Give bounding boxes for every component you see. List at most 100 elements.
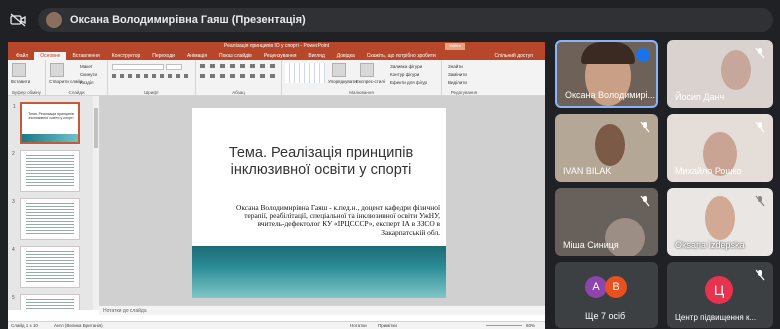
slide-decorative-band bbox=[192, 246, 446, 298]
shared-screen-powerpoint: Реалізація принципів ІО у спорті - Power… bbox=[8, 42, 545, 329]
tell-me-search[interactable]: Скажіть, що потрібно зробити bbox=[361, 52, 442, 60]
current-slide[interactable]: Тема. Реалізація принципів інклюзивної о… bbox=[192, 108, 446, 298]
font-group-label: Шрифт bbox=[144, 90, 159, 95]
slide-number: 1 bbox=[13, 104, 16, 110]
presenter-title: Оксана Володимирівна Гаяш (Презентація) bbox=[70, 14, 306, 26]
comments-toggle[interactable]: Примітки bbox=[378, 323, 397, 328]
presenter-pill[interactable]: Оксана Володимирівна Гаяш (Презентація) bbox=[38, 8, 773, 32]
slide-author-text[interactable]: Оксана Володимирівна Гаяш - к.пед.н., до… bbox=[222, 203, 440, 237]
font-name-select[interactable] bbox=[112, 64, 164, 70]
slide-editor: Тема. Реалізація принципів інклюзивної о… bbox=[99, 96, 545, 310]
participant-name: IVAN BILAK bbox=[563, 166, 612, 176]
slide-number: 4 bbox=[12, 247, 15, 253]
mic-off-icon bbox=[640, 195, 650, 207]
group-slides: Створити слайд Макет Скинути Розділ Слай… bbox=[46, 60, 108, 96]
participant-tile[interactable]: IVAN BILAK bbox=[555, 114, 658, 182]
participant-tile[interactable]: Міша Синиця bbox=[555, 188, 658, 256]
tab-animations[interactable]: Анімація bbox=[181, 52, 213, 60]
shape-fill-button[interactable]: Заливка фігури bbox=[390, 64, 422, 69]
group-clipboard: Вставити Буфер обміну bbox=[8, 60, 46, 96]
participant-hair bbox=[581, 42, 635, 64]
tab-home[interactable]: Основне bbox=[34, 52, 67, 60]
scrollbar-thumb[interactable] bbox=[94, 108, 98, 148]
participant-tile[interactable]: Оксана Володимирі... bbox=[555, 40, 658, 108]
layout-button[interactable]: Макет bbox=[80, 64, 93, 69]
participant-avatar: B bbox=[605, 276, 627, 298]
participant-name: Центр підвищення к... bbox=[675, 313, 757, 322]
thumbnail-text-lines bbox=[26, 251, 74, 283]
participant-tile[interactable]: Йосип Данч bbox=[667, 40, 773, 108]
participant-name: Йосип Данч bbox=[675, 92, 725, 102]
slides-group-label: Слайди bbox=[68, 90, 85, 95]
participant-name: Міша Синиця bbox=[563, 240, 619, 250]
tab-slideshow[interactable]: Показ слайдів bbox=[213, 52, 258, 60]
reset-button[interactable]: Скинути bbox=[80, 72, 97, 77]
ppt-title-bar: Реалізація принципів ІО у спорті - Power… bbox=[8, 42, 545, 51]
zoom-level[interactable]: 60% bbox=[526, 323, 535, 328]
participant-name: Оксана Володимирі... bbox=[565, 90, 655, 100]
participant-video bbox=[605, 218, 645, 256]
more-participants-tile[interactable]: A B Ще 7 осіб bbox=[555, 262, 658, 328]
slide-title[interactable]: Тема. Реалізація принципів інклюзивної о… bbox=[206, 145, 436, 179]
participant-name: Ще 7 осіб bbox=[585, 311, 626, 321]
tab-file[interactable]: Файл bbox=[10, 52, 34, 60]
signin-button[interactable]: Увійти bbox=[445, 43, 465, 50]
slide-number: 3 bbox=[12, 199, 15, 205]
thumbnail-title: Тема. Реалізація принципів інклюзивної о… bbox=[28, 112, 74, 120]
group-drawing: Упорядкувати Експрес-стилі Заливка фігур… bbox=[282, 60, 442, 96]
list-buttons[interactable] bbox=[200, 64, 278, 68]
drawing-group-label: Малювання bbox=[349, 90, 374, 95]
font-format-buttons[interactable] bbox=[112, 74, 190, 78]
quick-styles-icon[interactable] bbox=[360, 63, 374, 77]
participant-video bbox=[705, 196, 735, 240]
slide-notes[interactable]: Нотатки до слайда bbox=[99, 305, 545, 315]
share-button[interactable]: Спільний доступ bbox=[489, 52, 539, 60]
thumbnail-text-lines bbox=[26, 203, 74, 235]
paste-icon[interactable] bbox=[12, 63, 26, 77]
paragraph-group-label: Абзац bbox=[232, 90, 245, 95]
tab-review[interactable]: Рецензування bbox=[258, 52, 303, 60]
tab-design[interactable]: Конструктор bbox=[106, 52, 147, 60]
shapes-gallery[interactable] bbox=[285, 63, 325, 83]
font-size-select[interactable] bbox=[166, 64, 182, 70]
slide-thumbnail[interactable]: 4 bbox=[12, 246, 80, 288]
slide-thumbnail[interactable]: 2 bbox=[12, 150, 80, 192]
participant-tile[interactable]: Oksana Izdepska bbox=[667, 188, 773, 256]
thumbnail-band bbox=[22, 134, 78, 142]
find-button[interactable]: Знайти bbox=[448, 64, 463, 69]
tab-view[interactable]: Вигляд bbox=[302, 52, 330, 60]
language-indicator[interactable]: Англ (Велика Британія) bbox=[54, 323, 103, 328]
tab-help[interactable]: Довідка bbox=[331, 52, 361, 60]
participant-video bbox=[595, 124, 625, 166]
replace-button[interactable]: Замінити bbox=[448, 72, 467, 77]
align-buttons[interactable] bbox=[200, 74, 278, 78]
participant-tile[interactable]: Ц Центр підвищення к... bbox=[667, 262, 773, 328]
shape-effects-button[interactable]: Ефекти для фігур bbox=[390, 80, 427, 85]
zoom-slider[interactable] bbox=[486, 325, 522, 326]
slide-thumbnail[interactable]: 1 Тема. Реалізація принципів інклюзивної… bbox=[13, 102, 80, 144]
clipboard-group-label: Буфер обміну bbox=[12, 90, 41, 95]
participant-tile[interactable]: Михайло Рошко bbox=[667, 114, 773, 182]
arrange-icon[interactable] bbox=[332, 63, 346, 77]
tab-transitions[interactable]: Переходи bbox=[146, 52, 181, 60]
mic-off-icon bbox=[755, 121, 765, 133]
slide-thumbnail[interactable]: 3 bbox=[12, 198, 80, 240]
new-slide-icon[interactable] bbox=[50, 63, 64, 77]
camera-off-icon[interactable] bbox=[10, 12, 26, 28]
tab-insert[interactable]: Вставлення bbox=[66, 52, 105, 60]
section-button[interactable]: Розділ bbox=[80, 80, 93, 85]
ribbon: Вставити Буфер обміну Створити слайд Мак… bbox=[8, 60, 545, 96]
quick-styles-label: Експрес-стилі bbox=[356, 79, 385, 84]
participant-avatar: Ц bbox=[705, 276, 733, 304]
slide-number: 5 bbox=[12, 295, 15, 301]
participant-avatar: A bbox=[585, 276, 607, 298]
group-font: Шрифт bbox=[108, 60, 196, 96]
paste-label: Вставити bbox=[11, 79, 31, 84]
ppt-status-bar: Слайд 1 з 10 Англ (Велика Британія) Нота… bbox=[8, 321, 545, 329]
slide-thumbnail[interactable]: 5 bbox=[12, 294, 80, 310]
mic-off-icon bbox=[640, 121, 650, 133]
group-paragraph: Абзац bbox=[196, 60, 282, 96]
shape-outline-button[interactable]: Контур фігури bbox=[390, 72, 419, 77]
select-button[interactable]: Виділити bbox=[448, 80, 467, 85]
notes-toggle[interactable]: Нотатки bbox=[350, 323, 367, 328]
